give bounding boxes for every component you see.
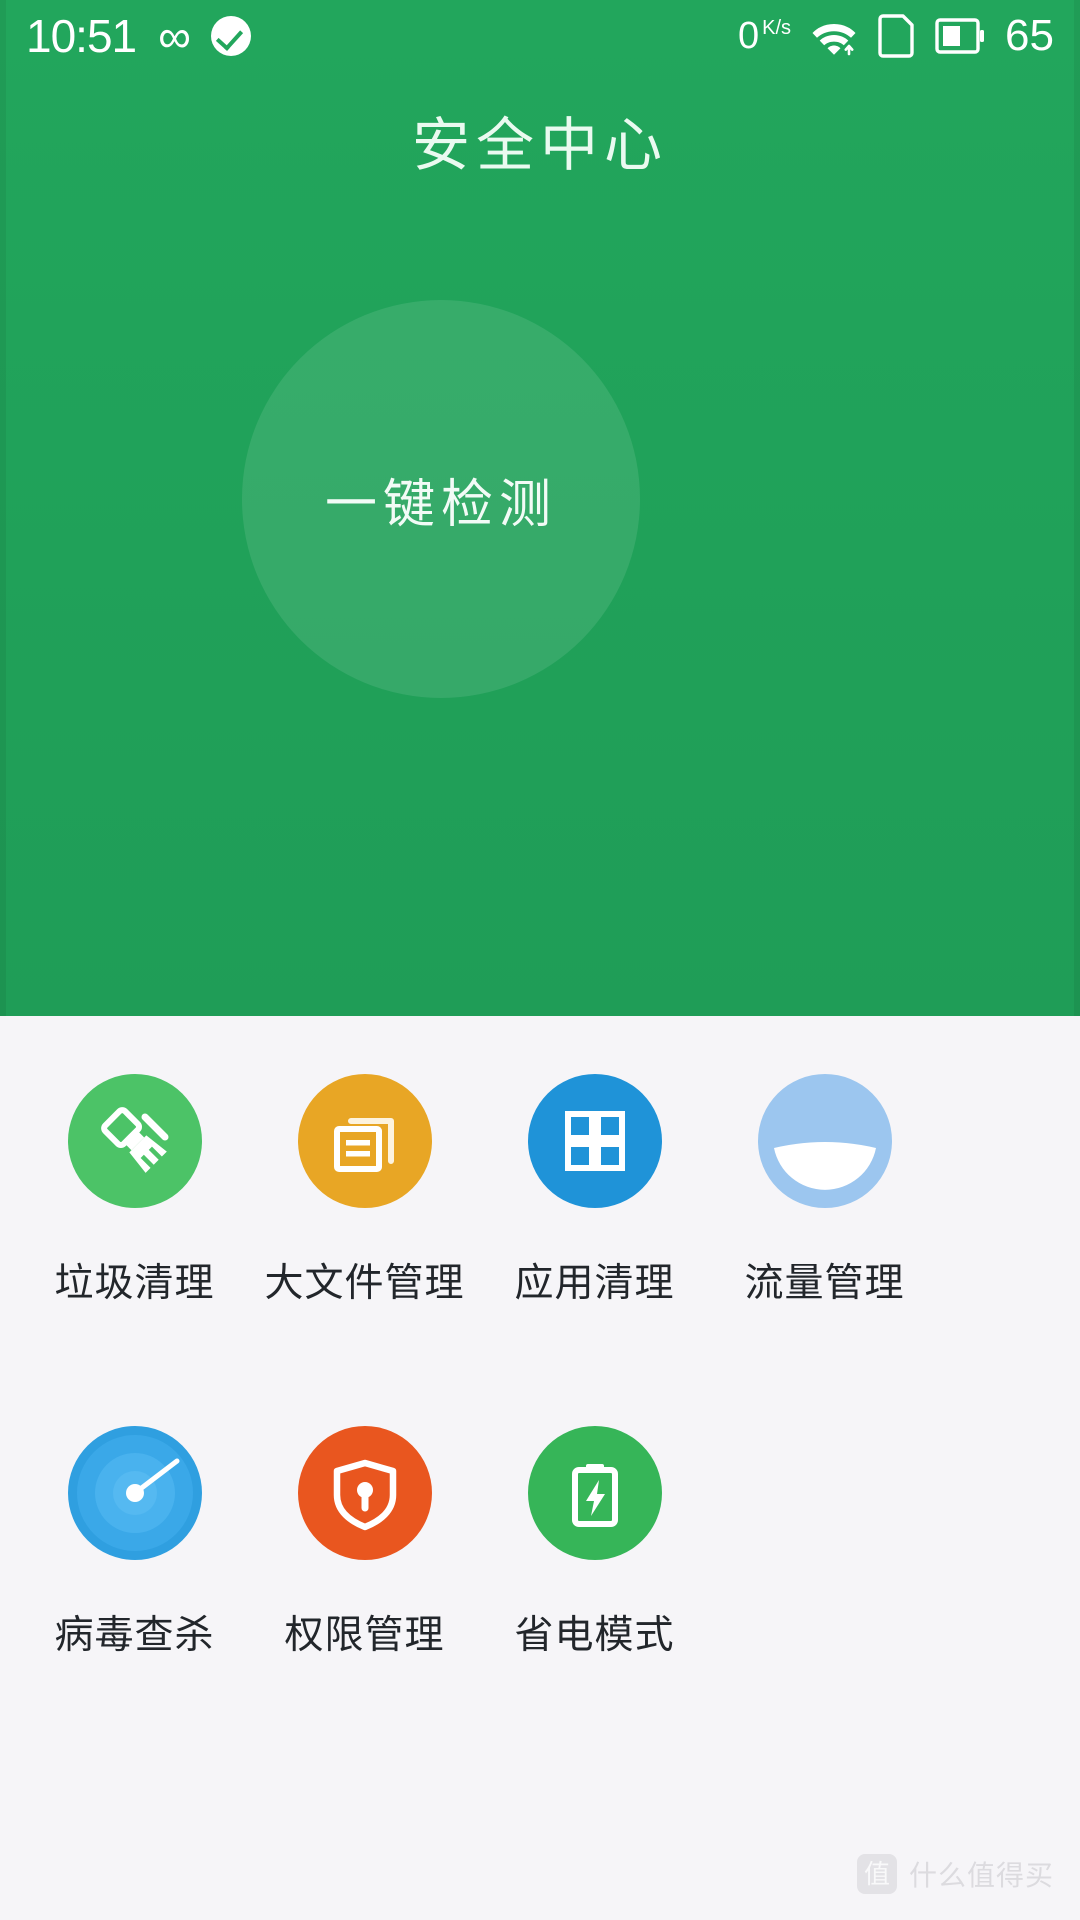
battery-level: 65 <box>1005 11 1054 60</box>
tile-permission-manage[interactable]: 权限管理 <box>262 1426 467 1660</box>
one-key-scan-label: 一键检测 <box>324 475 557 534</box>
header-hero: 10:51 ∞ 0 K/s 65 安全中心 一键检测 <box>0 0 1080 1016</box>
status-clock: 10:51 <box>26 10 137 62</box>
tile-large-file-manage[interactable]: 大文件管理 <box>262 1074 467 1308</box>
tile-label: 权限管理 <box>284 1614 445 1657</box>
sim-card-icon <box>877 13 915 59</box>
battery-icon <box>935 16 985 56</box>
broom-icon <box>67 1074 202 1208</box>
tile-label: 病毒查杀 <box>54 1614 215 1657</box>
battery-bolt-icon <box>527 1426 662 1560</box>
one-key-scan-button[interactable]: 一键检测 <box>242 300 640 698</box>
feature-grid-row: 病毒查杀 权限管理 省电模式 <box>0 1426 1080 1660</box>
status-bar-left: 10:51 ∞ <box>26 13 251 59</box>
tile-data-traffic-manage[interactable]: 流量管理 <box>722 1074 927 1308</box>
feature-grid: 垃圾清理 大文件管理 应用清理 流量管理 病毒查杀 权限管理 省电模式 <box>0 1016 1080 1660</box>
radar-scan-icon <box>67 1426 202 1560</box>
check-badge-icon <box>210 16 251 56</box>
tile-label: 应用清理 <box>514 1262 675 1305</box>
tile-label: 省电模式 <box>514 1614 675 1657</box>
tile-app-cleanup[interactable]: 应用清理 <box>492 1074 697 1308</box>
shield-lock-icon <box>297 1426 432 1560</box>
feature-grid-row: 垃圾清理 大文件管理 应用清理 流量管理 <box>0 1074 1080 1308</box>
grid-squares-icon <box>527 1074 662 1208</box>
tile-power-saving-mode[interactable]: 省电模式 <box>492 1426 697 1660</box>
tile-label: 大文件管理 <box>264 1262 465 1305</box>
network-speed-unit: K/s <box>762 17 792 39</box>
tile-label: 流量管理 <box>744 1262 905 1305</box>
watermark-text: 什么值得买 <box>908 1860 1054 1891</box>
tile-virus-scan[interactable]: 病毒查杀 <box>32 1426 237 1660</box>
tile-junk-cleanup[interactable]: 垃圾清理 <box>32 1074 237 1308</box>
status-bar: 10:51 ∞ 0 K/s 65 <box>0 0 1080 72</box>
infinity-icon: ∞ <box>158 10 191 62</box>
feature-panel: 垃圾清理 大文件管理 应用清理 流量管理 病毒查杀 权限管理 省电模式 值 什么… <box>0 1016 1080 1920</box>
watermark: 值 什么值得买 <box>856 1854 1054 1894</box>
wifi-icon <box>811 16 857 56</box>
tile-label: 垃圾清理 <box>54 1262 215 1305</box>
watermark-badge: 值 <box>856 1854 897 1894</box>
app-screen: 10:51 ∞ 0 K/s 65 安全中心 一键检测 垃圾清理 大文件管理 应用… <box>0 0 1080 1920</box>
data-meter-icon <box>757 1074 892 1208</box>
documents-icon <box>297 1074 432 1208</box>
network-speed: 0 K/s <box>738 17 791 55</box>
status-bar-right: 0 K/s 65 <box>738 13 1054 59</box>
network-speed-value: 0 <box>738 15 760 57</box>
page-title: 安全中心 <box>411 113 668 178</box>
